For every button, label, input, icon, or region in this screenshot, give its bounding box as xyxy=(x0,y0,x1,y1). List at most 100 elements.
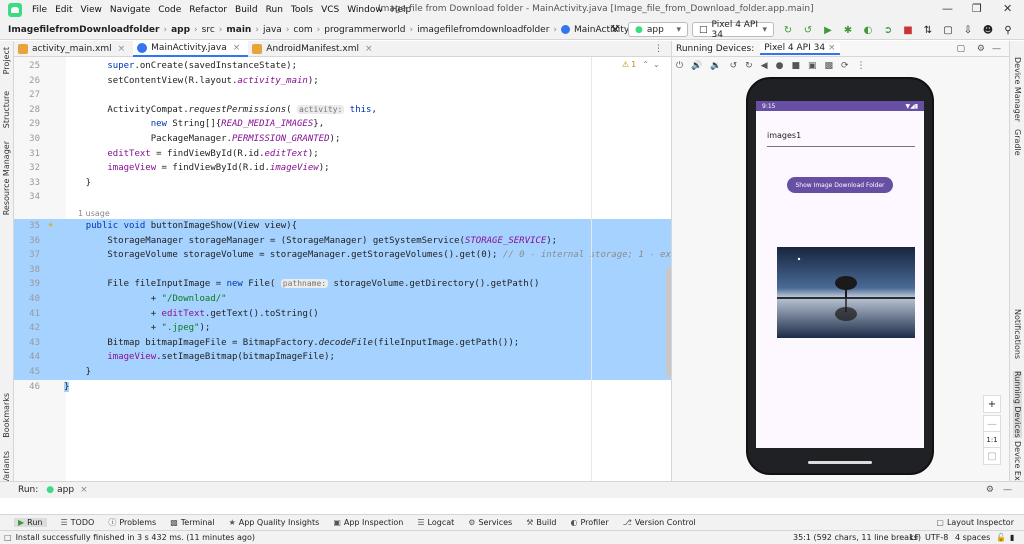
minimize-panel-icon[interactable]: — xyxy=(992,44,1001,54)
menu-file[interactable]: File xyxy=(28,5,51,15)
stop-icon[interactable]: ■ xyxy=(902,24,914,36)
breadcrumb-com[interactable]: com xyxy=(290,25,315,35)
tool-build[interactable]: ⚒ Build xyxy=(526,518,556,527)
device-manager-icon[interactable]: ▢ xyxy=(942,24,954,36)
screen-record-icon[interactable]: ▩ xyxy=(824,61,833,71)
zoom-fit-button[interactable]: ▢ xyxy=(983,447,1001,465)
tool-bookmarks[interactable]: Bookmarks xyxy=(2,393,11,438)
tool-project[interactable]: Project xyxy=(2,47,11,74)
status-message[interactable]: Install successfully finished in 3 s 432… xyxy=(16,533,255,542)
settings-gear-icon[interactable]: ⚙ xyxy=(986,485,994,495)
breadcrumb-project[interactable]: ImagefilefromDownloadfolder xyxy=(0,25,162,35)
profile-icon[interactable]: ◐ xyxy=(862,24,874,36)
code-editor[interactable]: ⚠ 1 ⌃ ⌄ 25 super.onCreate(savedInstanceSt… xyxy=(14,57,671,481)
menu-build[interactable]: Build xyxy=(231,5,262,15)
tool-services[interactable]: ⚙ Services xyxy=(468,518,512,527)
tool-terminal[interactable]: ▩ Terminal xyxy=(170,518,214,527)
indent-setting[interactable]: 4 spaces xyxy=(955,533,990,542)
run-icon[interactable]: ▶ xyxy=(822,24,834,36)
usage-hint[interactable]: 1 usage xyxy=(78,209,110,218)
tool-notifications[interactable]: Notifications xyxy=(1013,309,1022,359)
lightbulb-icon[interactable]: ☀ xyxy=(48,219,53,234)
memory-indicator-icon[interactable]: ▮ xyxy=(1010,533,1014,542)
restore-icon[interactable]: ❐ xyxy=(972,2,982,15)
breadcrumb-java[interactable]: java xyxy=(260,25,285,35)
rotate-left-icon[interactable]: ↺ xyxy=(730,61,738,71)
tool-app-quality-insights[interactable]: ★ App Quality Insights xyxy=(229,518,320,527)
tab-mainactivity-java[interactable]: MainActivity.java × xyxy=(133,40,249,57)
sdk-manager-icon[interactable]: ⇩ xyxy=(962,24,974,36)
menu-vcs[interactable]: VCS xyxy=(317,5,343,15)
volume-down-icon[interactable]: 🔉 xyxy=(710,61,721,71)
menu-refactor[interactable]: Refactor xyxy=(185,5,231,15)
run-config-dropdown[interactable]: ● app ▾ xyxy=(628,22,688,37)
tool-device-manager[interactable]: Device Manager xyxy=(1013,57,1022,122)
lock-icon[interactable]: 🔓 xyxy=(996,533,1006,542)
attach-debugger-icon[interactable]: ➲ xyxy=(882,24,894,36)
volume-up-icon[interactable]: 🔊 xyxy=(691,61,702,71)
menu-run[interactable]: Run xyxy=(262,5,287,15)
tab-activity-main-xml[interactable]: activity_main.xml × xyxy=(14,41,133,57)
breadcrumb-app[interactable]: app xyxy=(168,25,193,35)
rotate-right-icon[interactable]: ↻ xyxy=(745,61,753,71)
apply-changes-icon[interactable]: ↺ xyxy=(802,24,814,36)
close-icon[interactable]: ✕ xyxy=(1003,2,1012,15)
tool-app-inspection[interactable]: ▣ App Inspection xyxy=(333,518,403,527)
tool-structure[interactable]: Structure xyxy=(2,91,11,128)
tool-gradle[interactable]: Gradle xyxy=(1013,129,1022,156)
image-name-input[interactable]: images1 xyxy=(767,131,915,147)
minimize-panel-icon[interactable]: — xyxy=(1003,485,1012,495)
breadcrumb-class[interactable]: MainActivity xyxy=(558,25,632,35)
more-tabs-icon[interactable]: ⋮ xyxy=(654,44,663,54)
settings-gear-icon[interactable]: ⚙ xyxy=(977,44,985,54)
zoom-in-button[interactable]: + xyxy=(983,395,1001,413)
sync-icon[interactable]: ⇅ xyxy=(922,24,934,36)
tool-run[interactable]: ▶ Run xyxy=(14,518,47,527)
minimize-icon[interactable]: — xyxy=(942,2,953,15)
breadcrumb-package[interactable]: imagefilefromdownloadfolder xyxy=(414,25,552,35)
breadcrumb-programmerworld[interactable]: programmerworld xyxy=(321,25,408,35)
tool-running-devices[interactable]: Running Devices xyxy=(1013,371,1022,438)
tab-androidmanifest-xml[interactable]: AndroidManifest.xml × xyxy=(248,41,380,57)
show-image-button[interactable]: Show Image Download Folder xyxy=(787,177,893,193)
menu-code[interactable]: Code xyxy=(154,5,185,15)
screenshot-icon[interactable]: ▣ xyxy=(808,61,817,71)
tool-resource-manager[interactable]: Resource Manager xyxy=(2,141,11,215)
close-tab-icon[interactable]: × xyxy=(80,485,88,495)
caret-position[interactable]: 35:1 (592 chars, 11 line breaks) xyxy=(793,533,921,542)
rerun-icon[interactable]: ↻ xyxy=(782,24,794,36)
close-tab-icon[interactable]: × xyxy=(828,43,836,53)
close-tab-icon[interactable]: × xyxy=(233,43,241,53)
search-icon[interactable]: ⚲ xyxy=(1002,24,1014,36)
breadcrumb-src[interactable]: src xyxy=(199,25,218,35)
device-tab[interactable]: Pixel 4 API 34 × xyxy=(760,42,840,55)
overview-icon[interactable]: ■ xyxy=(791,61,800,71)
breadcrumb-main[interactable]: main xyxy=(223,25,254,35)
account-icon[interactable]: ☻ xyxy=(982,24,994,36)
debug-icon[interactable]: ✱ xyxy=(842,24,854,36)
close-tab-icon[interactable]: × xyxy=(118,44,126,54)
more-icon[interactable]: ⋮ xyxy=(857,61,866,71)
close-tab-icon[interactable]: × xyxy=(365,44,373,54)
tool-logcat[interactable]: ☰ Logcat xyxy=(417,518,454,527)
file-encoding[interactable]: UTF-8 xyxy=(925,533,948,542)
tool-problems[interactable]: ⓘ Problems xyxy=(108,517,156,528)
line-separator[interactable]: LF xyxy=(910,533,919,542)
menu-edit[interactable]: Edit xyxy=(51,5,76,15)
tool-todo[interactable]: ☰ TODO xyxy=(61,518,95,527)
power-icon[interactable]: ⏻ xyxy=(676,61,683,71)
menu-tools[interactable]: Tools xyxy=(287,5,317,15)
back-icon[interactable]: ◀ xyxy=(761,61,768,71)
hammer-icon[interactable]: ⚒ xyxy=(609,23,621,35)
tool-profiler[interactable]: ◐ Profiler xyxy=(570,518,608,527)
window-layout-icon[interactable]: ▢ xyxy=(956,44,965,54)
run-config-tab[interactable]: app xyxy=(57,485,74,495)
menu-view[interactable]: View xyxy=(77,5,106,15)
device-dropdown[interactable]: □ Pixel 4 API 34 ▾ xyxy=(692,20,774,40)
tool-layout-inspector[interactable]: ▢ Layout Inspector xyxy=(936,518,1014,527)
home-icon[interactable]: ● xyxy=(776,61,784,71)
snapshot-icon[interactable]: ⟳ xyxy=(841,61,849,71)
tool-version-control[interactable]: ⎇ Version Control xyxy=(623,518,696,527)
phone-screen[interactable]: 9:15 ▼◢▮ images1 Show Image Download Fol… xyxy=(756,101,924,448)
menu-navigate[interactable]: Navigate xyxy=(106,5,154,15)
